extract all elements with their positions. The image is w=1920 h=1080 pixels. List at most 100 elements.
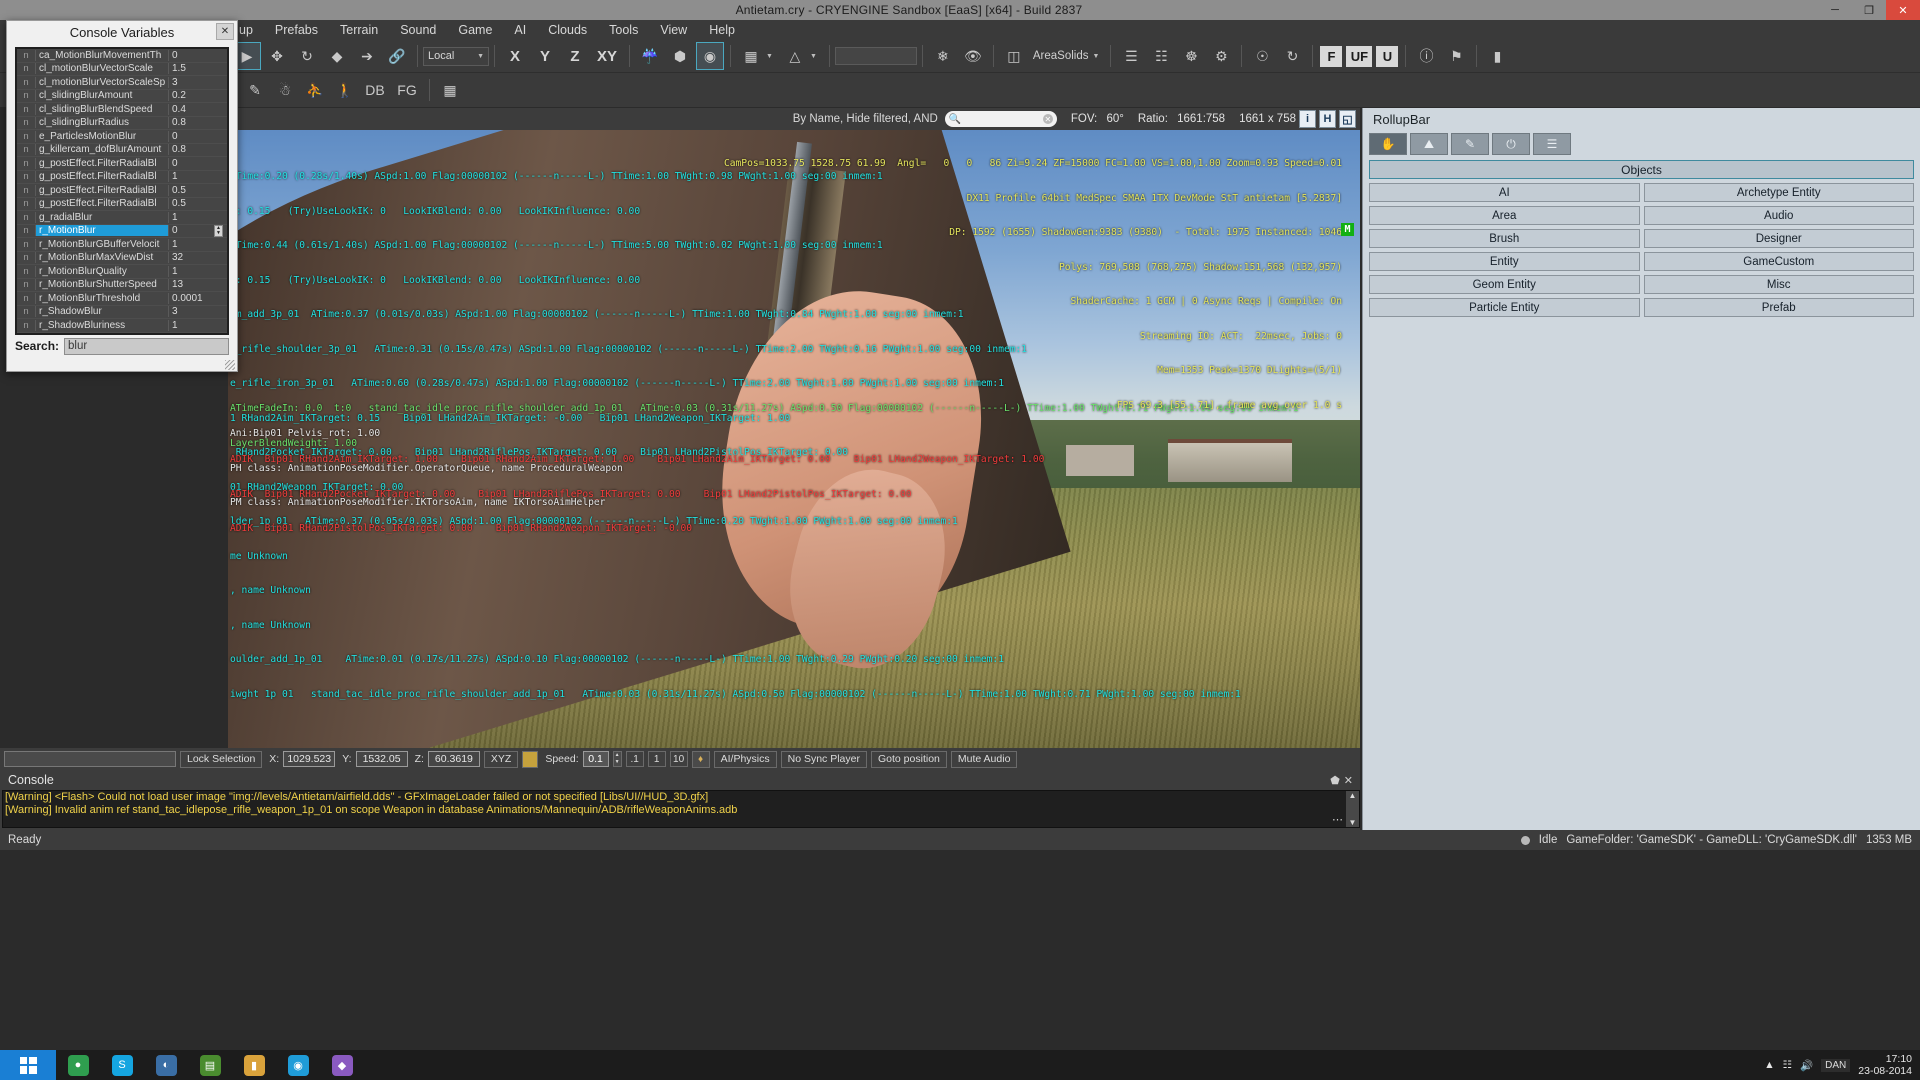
angle-snap-icon[interactable]: △ <box>782 43 808 69</box>
fullscreen-toggle-button[interactable]: ◱ <box>1339 110 1356 128</box>
layer-settings-icon[interactable]: ⚙ <box>1208 43 1234 69</box>
xyz-toggle-button[interactable]: XYZ <box>484 751 518 768</box>
cv-row[interactable]: ng_postEffect.FilterRadialBl1 <box>17 171 227 185</box>
helpers-toggle-button[interactable]: H <box>1319 110 1336 128</box>
cv-value[interactable]: 0.5 <box>169 198 227 209</box>
z-value-field[interactable]: 60.3619 <box>428 751 480 767</box>
layer-remove-icon[interactable]: ☸ <box>1178 43 1204 69</box>
skype-icon[interactable]: S <box>100 1050 144 1080</box>
fg-icon[interactable]: FG <box>392 77 422 103</box>
menu-item-prefabs[interactable]: Prefabs <box>264 20 329 40</box>
cv-value[interactable]: 1.5 <box>169 63 227 74</box>
menu-item-sound[interactable]: Sound <box>389 20 447 40</box>
cv-value[interactable]: 1 <box>169 320 227 331</box>
cv-value[interactable]: 1 <box>169 333 227 335</box>
resize-grip-icon[interactable] <box>225 360 235 370</box>
editor-icon[interactable]: ◆ <box>320 1050 364 1080</box>
cv-row[interactable]: nr_MotionBlur0▲▼ <box>17 225 227 239</box>
clear-search-icon[interactable]: ✕ <box>1043 114 1053 124</box>
console-resize-handle[interactable]: ⋯ <box>1332 813 1343 826</box>
rotate-icon[interactable]: ↻ <box>294 43 320 69</box>
help-icon[interactable]: ⓘ <box>1413 43 1439 69</box>
font-uf-button[interactable]: UF <box>1346 46 1372 67</box>
lock-icon[interactable] <box>522 751 538 768</box>
cv-row[interactable]: ng_postEffect.FilterRadialBl0.5 <box>17 184 227 198</box>
explorer-icon[interactable]: ▤ <box>188 1050 232 1080</box>
menu-item-terrain[interactable]: Terrain <box>329 20 389 40</box>
cv-row[interactable]: nr_MotionBlurGBufferVelocit1 <box>17 238 227 252</box>
menu-item-ai[interactable]: AI <box>503 20 537 40</box>
speed-preset-1[interactable]: 1 <box>648 751 666 767</box>
menu-item-tools[interactable]: Tools <box>598 20 649 40</box>
cv-value[interactable]: 1 <box>169 239 227 250</box>
cv-row[interactable]: ncl_slidingBlurBlendSpeed0.4 <box>17 103 227 117</box>
object-button-ai[interactable]: AI <box>1369 183 1640 202</box>
hide-icon[interactable]: 👁 <box>960 43 986 69</box>
axis-z-button[interactable]: Z <box>560 42 590 70</box>
cv-value[interactable]: 0.2 <box>169 90 227 101</box>
layer-lock-icon[interactable]: ☰ <box>1118 43 1144 69</box>
vertex-snap-icon[interactable]: ◉ <box>697 43 723 69</box>
viewport-search-input[interactable]: 🔍 ✕ <box>945 111 1057 127</box>
brush-icon[interactable]: ✎ <box>242 77 268 103</box>
cv-value[interactable]: 0.8 <box>169 144 227 155</box>
speed-stepper[interactable]: ▲▼ <box>613 751 622 767</box>
cv-value[interactable]: 1 <box>169 212 227 223</box>
object-button-geom-entity[interactable]: Geom Entity <box>1369 275 1640 294</box>
start-button[interactable] <box>0 1050 56 1080</box>
cv-row[interactable]: nr_MotionBlurThreshold0.0001 <box>17 292 227 306</box>
objects-tab[interactable]: ✋ <box>1369 133 1407 155</box>
folder-icon[interactable]: ▮ <box>232 1050 276 1080</box>
console-close-icon[interactable]: ✕ <box>1344 774 1353 787</box>
cv-value-stepper[interactable]: ▲▼ <box>214 225 223 237</box>
font-u-button[interactable]: U <box>1376 46 1398 67</box>
cv-value[interactable]: 0.8 <box>169 117 227 128</box>
coord-system-select[interactable]: Local ▼ <box>423 47 489 66</box>
cv-row[interactable]: ng_killercam_dofBlurAmount0.8 <box>17 144 227 158</box>
axis-x-button[interactable]: X <box>500 42 530 70</box>
cv-value[interactable]: 3 <box>169 306 227 317</box>
goto-icon[interactable]: ☉ <box>1249 43 1275 69</box>
cv-row[interactable]: ne_ParticlesMotionBlur0 <box>17 130 227 144</box>
grid-snap-icon[interactable]: ▦ <box>738 43 764 69</box>
axis-xy-button[interactable]: XY <box>590 42 624 70</box>
object-button-audio[interactable]: Audio <box>1644 206 1915 225</box>
display-tab[interactable]: ⏻ <box>1492 133 1530 155</box>
character-icon[interactable]: ⛹ <box>302 77 328 103</box>
cv-row[interactable]: nr_VarianceShadowMapBlurA1 <box>17 333 227 336</box>
terrain-follow-icon[interactable]: ☔ <box>637 43 663 69</box>
areasolids-icon[interactable]: ◫ <box>1001 43 1027 69</box>
move-icon[interactable]: ✥ <box>264 43 290 69</box>
chrome-icon[interactable]: ● <box>56 1050 100 1080</box>
no-sync-player-button[interactable]: No Sync Player <box>781 751 867 768</box>
cv-value[interactable]: 1 <box>169 171 227 182</box>
grid-view-icon[interactable]: ▦ <box>437 77 463 103</box>
object-button-area[interactable]: Area <box>1369 206 1640 225</box>
paint-icon[interactable]: ☃ <box>272 77 298 103</box>
cv-row[interactable]: ng_postEffect.FilterRadialBl0 <box>17 157 227 171</box>
object-button-archetype-entity[interactable]: Archetype Entity <box>1644 183 1915 202</box>
reload-icon[interactable]: ↻ <box>1279 43 1305 69</box>
tray-volume-icon[interactable]: 🔊 <box>1800 1059 1813 1072</box>
cv-row[interactable]: nca_MotionBlurMovementTh0 <box>17 49 227 63</box>
console-output[interactable]: [Warning] <Flash> Could not load user im… <box>2 790 1360 828</box>
cv-row[interactable]: ncl_motionBlurVectorScale1.5 <box>17 63 227 77</box>
info-toggle-button[interactable]: i <box>1299 110 1316 128</box>
cv-row[interactable]: nr_MotionBlurQuality1 <box>17 265 227 279</box>
mute-audio-button[interactable]: Mute Audio <box>951 751 1018 768</box>
cv-value[interactable]: 1 <box>169 266 227 277</box>
browser-icon[interactable]: ◐ <box>144 1050 188 1080</box>
grid-chevron-icon[interactable]: ▼ <box>766 53 773 60</box>
pin-icon[interactable]: ⬟ <box>1330 774 1340 787</box>
cv-row[interactable]: nr_ShadowBluriness1 <box>17 319 227 333</box>
object-button-prefab[interactable]: Prefab <box>1644 298 1915 317</box>
angle-chevron-icon[interactable]: ▼ <box>810 53 817 60</box>
object-button-designer[interactable]: Designer <box>1644 229 1915 248</box>
object-snap-icon[interactable]: ⬢ <box>667 43 693 69</box>
cv-dialog-close-icon[interactable]: ✕ <box>216 23 234 40</box>
tray-network-icon[interactable]: ☷ <box>1783 1059 1792 1071</box>
speed-value-field[interactable]: 0.1 <box>583 751 609 767</box>
menu-item-view[interactable]: View <box>649 20 698 40</box>
terrain-collision-icon[interactable]: ♦ <box>692 751 710 768</box>
font-f-button[interactable]: F <box>1320 46 1342 67</box>
